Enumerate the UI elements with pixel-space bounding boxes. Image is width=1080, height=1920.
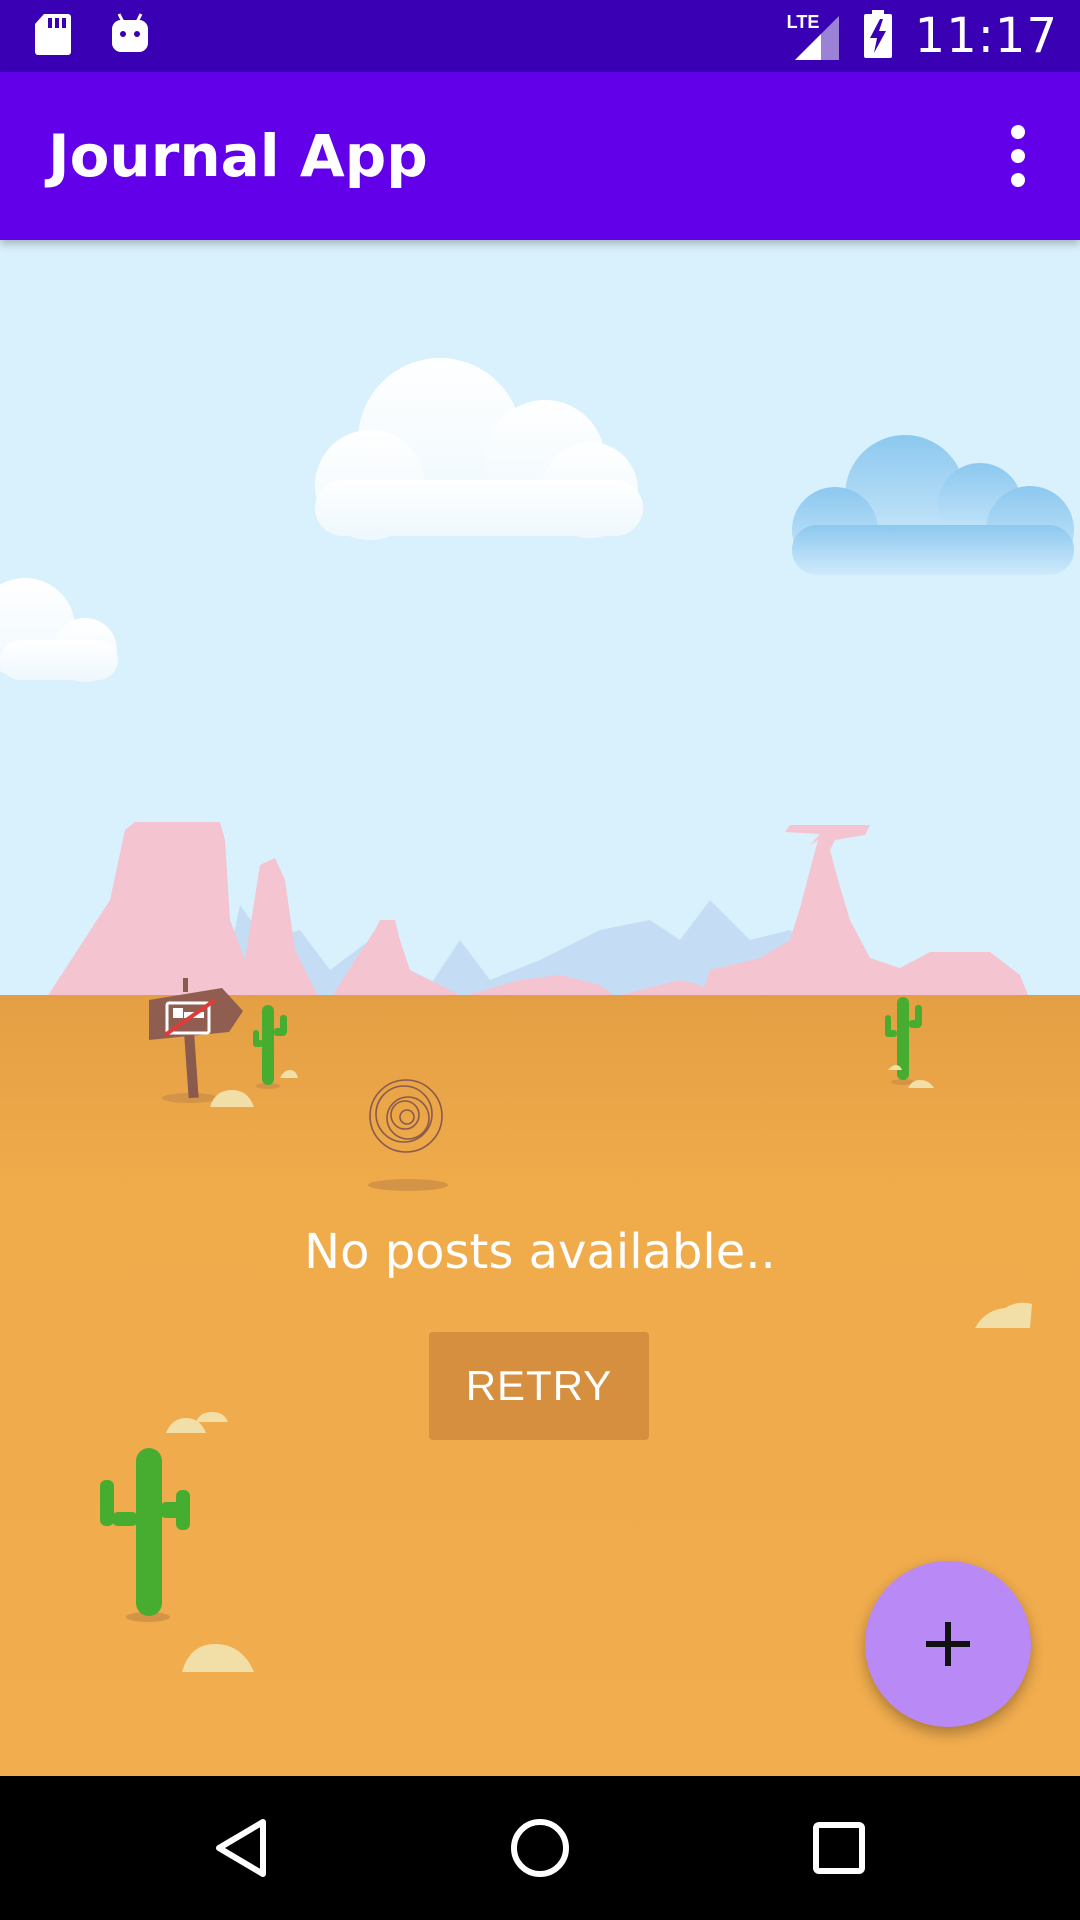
battery-charging-icon bbox=[863, 9, 893, 63]
recents-button[interactable] bbox=[803, 1812, 875, 1884]
app-bar: Journal App bbox=[0, 72, 1080, 240]
status-bar: LTE 11:17 bbox=[0, 0, 1080, 72]
plus-icon bbox=[926, 1622, 970, 1666]
back-icon bbox=[216, 1819, 266, 1877]
android-icon bbox=[110, 12, 150, 60]
system-navigation-bar bbox=[0, 1776, 1080, 1920]
retry-button[interactable]: RETRY bbox=[429, 1332, 649, 1440]
home-button[interactable] bbox=[504, 1812, 576, 1884]
add-post-fab[interactable] bbox=[865, 1561, 1031, 1727]
app-title: Journal App bbox=[48, 122, 428, 190]
back-button[interactable] bbox=[205, 1812, 277, 1884]
network-type-label: LTE bbox=[786, 12, 820, 32]
recents-icon bbox=[813, 1822, 865, 1874]
overflow-menu-button[interactable] bbox=[986, 120, 1050, 192]
more-vert-icon bbox=[1011, 125, 1025, 187]
sd-card-icon bbox=[34, 12, 72, 60]
empty-state-illustration bbox=[0, 240, 1080, 1776]
signal-icon: LTE bbox=[785, 10, 841, 62]
status-time: 11:17 bbox=[914, 8, 1058, 64]
empty-state-message: No posts available.. bbox=[304, 1224, 776, 1280]
home-icon bbox=[511, 1819, 569, 1877]
